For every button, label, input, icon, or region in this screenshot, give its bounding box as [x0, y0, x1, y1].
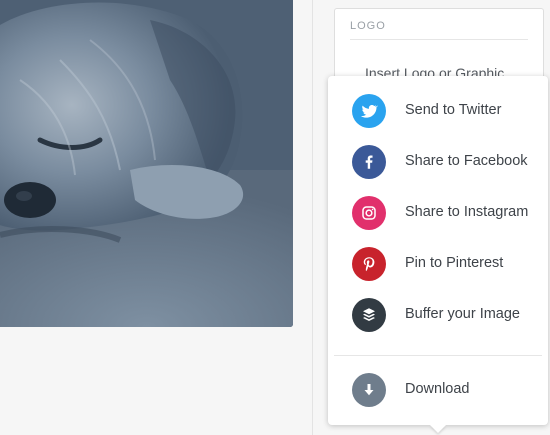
facebook-icon — [352, 145, 386, 179]
menu-divider — [334, 355, 542, 356]
dog-photo-illustration — [0, 0, 293, 327]
pinterest-icon — [352, 247, 386, 281]
buffer-your-image-label: Buffer your Image — [405, 306, 520, 322]
send-to-twitter-item[interactable]: Send to Twitter — [328, 88, 548, 134]
buffer-icon — [352, 298, 386, 332]
buffer-your-image-item[interactable]: Buffer your Image — [328, 292, 548, 338]
share-to-facebook-label: Share to Facebook — [405, 153, 528, 169]
dog-photo — [0, 0, 293, 327]
pin-to-pinterest-label: Pin to Pinterest — [405, 255, 504, 271]
share-to-instagram-item[interactable]: Share to Instagram — [328, 190, 548, 236]
download-arrow-icon — [352, 373, 386, 407]
logo-panel-title: LOGO — [350, 20, 386, 32]
download-item[interactable]: Download — [328, 367, 548, 413]
send-to-twitter-label: Send to Twitter — [405, 102, 502, 118]
download-label: Download — [405, 381, 470, 397]
share-to-facebook-item[interactable]: Share to Facebook — [328, 139, 548, 185]
pin-to-pinterest-item[interactable]: Pin to Pinterest — [328, 241, 548, 287]
share-to-instagram-label: Share to Instagram — [405, 204, 529, 220]
instagram-icon — [352, 196, 386, 230]
twitter-icon — [352, 94, 386, 128]
sidebar-divider — [312, 0, 313, 435]
share-menu: Send to Twitter Share to Facebook Share … — [328, 76, 548, 425]
logo-title-divider — [350, 39, 528, 40]
